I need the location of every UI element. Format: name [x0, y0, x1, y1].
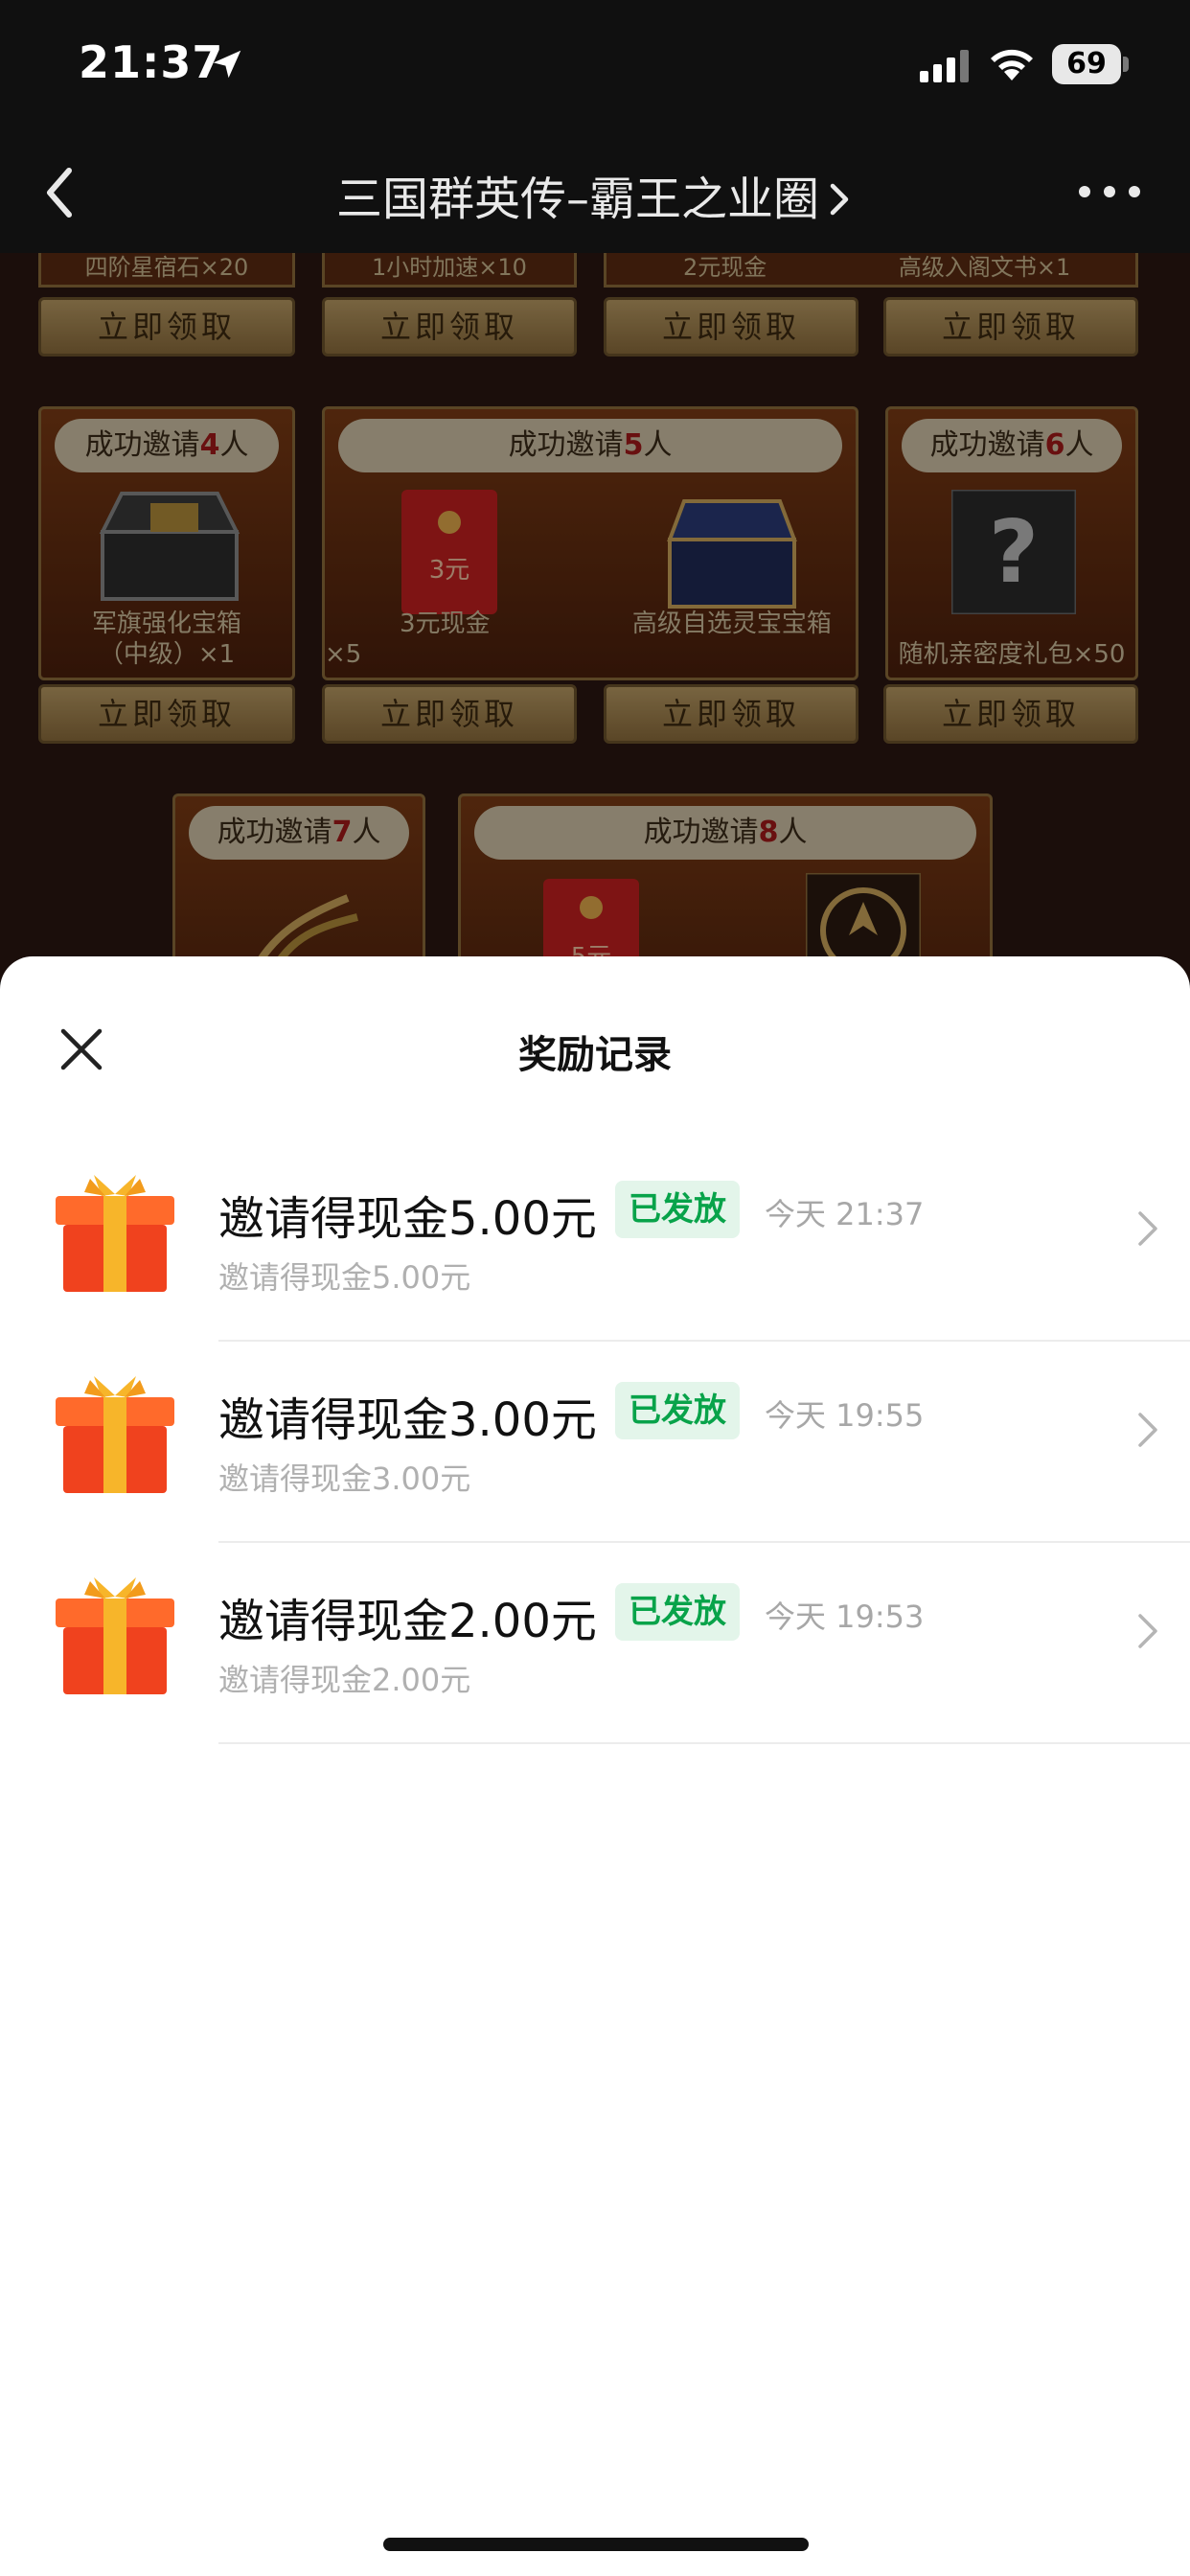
sheet-title: 奖励记录 — [518, 1033, 672, 1077]
nav-bar: 三国群英传–霸王之业圈 — [0, 134, 1190, 253]
row-divider — [218, 1742, 1190, 1744]
record-subtitle: 邀请得现金2.00元 — [218, 1662, 471, 1698]
location-arrow-icon — [213, 50, 241, 79]
nav-title-link[interactable]: 三国群英传–霸王之业圈 — [0, 161, 1190, 228]
record-title: 邀请得现金3.00元 — [218, 1393, 597, 1447]
home-indicator[interactable] — [383, 2538, 809, 2551]
record-title: 邀请得现金5.00元 — [218, 1192, 597, 1246]
chevron-right-icon — [1138, 1614, 1157, 1648]
record-subtitle: 邀请得现金5.00元 — [218, 1259, 471, 1296]
battery-tip — [1123, 57, 1129, 72]
record-subtitle: 邀请得现金3.00元 — [218, 1460, 471, 1497]
record-timestamp: 今天 19:55 — [765, 1397, 925, 1434]
reward-record-row[interactable]: 邀请得现金2.00元 已发放 今天 19:53 邀请得现金2.00元 — [0, 1543, 1190, 1744]
gift-box-icon — [56, 1376, 174, 1493]
battery-indicator: 69 — [1052, 44, 1129, 84]
record-title: 邀请得现金2.00元 — [218, 1595, 597, 1648]
status-badge: 已发放 — [615, 1382, 740, 1439]
chevron-right-icon — [1138, 1413, 1157, 1447]
reward-record-row[interactable]: 邀请得现金5.00元 已发放 今天 21:37 邀请得现金5.00元 — [0, 1140, 1190, 1342]
reward-records-sheet: 奖励记录 邀请得现金5.00元 已发放 今天 21:37 邀请得现金5.00元 … — [0, 956, 1190, 2576]
wifi-icon — [991, 49, 1033, 80]
nav-title: 三国群英传–霸王之业圈 — [335, 172, 819, 226]
status-time: 21:37 — [79, 36, 224, 88]
chevron-right-icon — [830, 183, 849, 216]
gift-box-icon — [56, 1175, 174, 1292]
more-options-icon[interactable] — [1075, 172, 1144, 211]
dim-overlay — [0, 253, 1190, 981]
status-badge: 已发放 — [615, 1181, 740, 1238]
status-badge: 已发放 — [615, 1583, 740, 1641]
record-timestamp: 今天 21:37 — [765, 1196, 925, 1232]
chevron-right-icon — [1138, 1211, 1157, 1246]
background-page: 四阶星宿石×20 1小时加速×10 2元现金 高级入阁文书×1 立即领取 立即领… — [0, 253, 1190, 981]
cellular-signal-icon — [920, 50, 969, 82]
record-timestamp: 今天 19:53 — [765, 1598, 925, 1635]
battery-level: 69 — [1052, 44, 1121, 84]
status-bar: 21:37 69 — [0, 0, 1190, 134]
reward-record-row[interactable]: 邀请得现金3.00元 已发放 今天 19:55 邀请得现金3.00元 — [0, 1342, 1190, 1543]
gift-box-icon — [56, 1577, 174, 1694]
